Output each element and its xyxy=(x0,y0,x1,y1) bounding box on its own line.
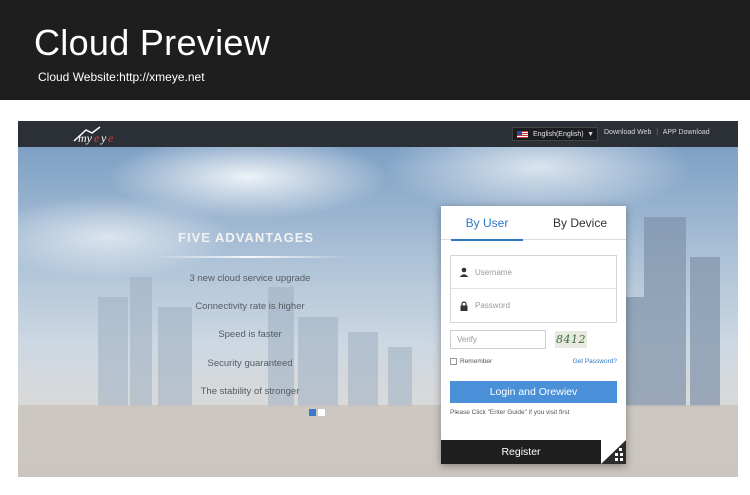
banner-title: Cloud Preview xyxy=(34,22,271,63)
hero-background: FIVE ADVANTAGES 3 new cloud service upgr… xyxy=(18,147,738,477)
login-tabs: By User By Device xyxy=(441,206,626,241)
chevron-down-icon: ▼ xyxy=(587,130,594,138)
advantages-title: FIVE ADVANTAGES xyxy=(178,230,315,245)
svg-text:my: my xyxy=(78,131,93,145)
banner-subtitle: Cloud Website:http://xmeye.net xyxy=(38,70,205,84)
get-password-link[interactable]: Get Password? xyxy=(573,358,617,365)
svg-text:e: e xyxy=(94,131,100,145)
username-row xyxy=(451,256,616,289)
carousel-dot-1[interactable] xyxy=(309,409,316,416)
remember-label: Remember xyxy=(460,358,493,365)
lock-icon xyxy=(460,300,468,311)
advantage-item: Connectivity rate is higher xyxy=(195,301,305,312)
advantages-divider xyxy=(150,256,350,258)
advantage-item: Security guaranteed xyxy=(207,358,293,369)
advantage-item: 3 new cloud service upgrade xyxy=(189,273,311,284)
remember-checkbox-group: Remember xyxy=(450,358,492,365)
svg-text:y: y xyxy=(100,131,107,145)
carousel-dots xyxy=(309,409,327,416)
us-flag-icon xyxy=(517,130,528,138)
nav-separator: | xyxy=(656,129,659,136)
website-screenshot: my e y e English(English) ▼ Download Web… xyxy=(18,121,738,477)
top-nav: my e y e English(English) ▼ Download Web… xyxy=(18,121,738,147)
xmeye-logo[interactable]: my e y e xyxy=(70,124,130,146)
user-icon xyxy=(459,267,469,277)
verify-input[interactable] xyxy=(450,330,546,349)
carousel-dot-2[interactable] xyxy=(318,409,325,416)
remember-checkbox[interactable] xyxy=(450,358,457,365)
advantage-item: Speed is faster xyxy=(218,329,282,340)
nav-links: Download Web | APP Download xyxy=(604,129,713,136)
app-download-link[interactable]: APP Download xyxy=(663,129,710,136)
register-button[interactable]: Register xyxy=(441,440,601,464)
password-row xyxy=(451,289,616,322)
username-input[interactable] xyxy=(475,267,595,277)
guide-hint: Please Click "Enter Guide" if you visit … xyxy=(450,409,570,416)
login-button[interactable]: Login and Orewiev xyxy=(450,381,617,403)
credentials-box xyxy=(450,255,617,323)
top-banner: Cloud Preview Cloud Website:http://xmeye… xyxy=(0,0,750,100)
language-label: English(English) xyxy=(533,130,584,138)
password-input[interactable] xyxy=(475,301,595,310)
advantage-item: The stability of stronger xyxy=(200,386,300,397)
qr-code-icon[interactable] xyxy=(601,440,626,464)
download-web-link[interactable]: Download Web xyxy=(604,129,651,136)
captcha-image[interactable]: 8412 xyxy=(555,331,587,348)
city-skyline-image xyxy=(18,217,738,477)
language-select[interactable]: English(English) ▼ xyxy=(512,127,598,141)
login-card: By User By Device Username Verify 8412 R… xyxy=(441,206,626,464)
tab-by-device[interactable]: By Device xyxy=(534,206,626,240)
tab-by-user[interactable]: By User xyxy=(441,206,533,241)
svg-text:e: e xyxy=(108,131,114,145)
